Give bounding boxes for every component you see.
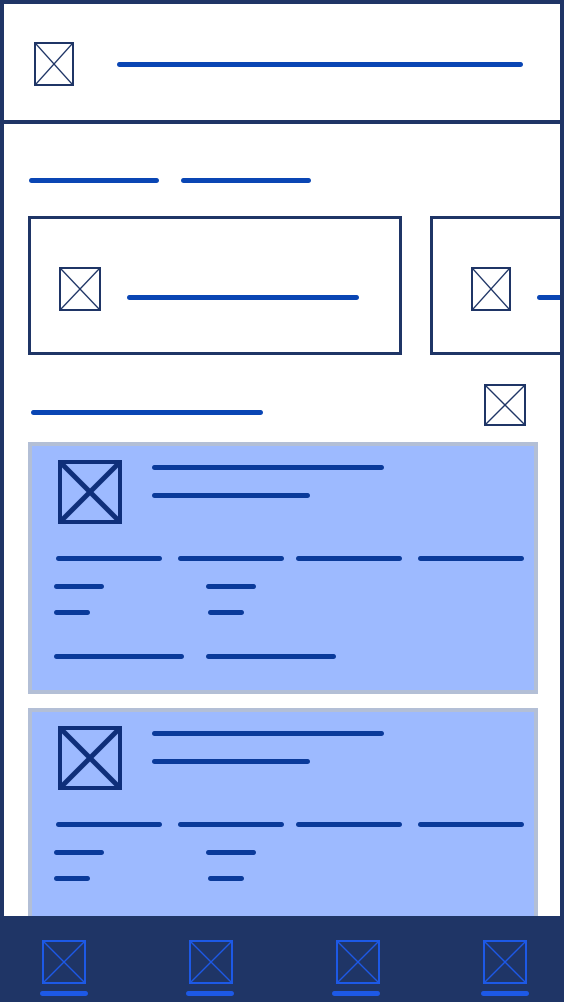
bottom-navigation xyxy=(0,916,564,1002)
app-frame xyxy=(0,0,564,1002)
header-title xyxy=(117,62,523,67)
list-item-title xyxy=(152,465,384,470)
nav-item-1-icon[interactable] xyxy=(42,940,86,984)
section-title xyxy=(31,410,263,415)
header-image-placeholder-icon[interactable] xyxy=(34,42,74,86)
list-item-detail xyxy=(206,584,256,589)
list-item[interactable] xyxy=(28,442,538,694)
list-item-footer xyxy=(54,654,184,659)
list-item-stat xyxy=(56,822,162,827)
list-item-subtitle xyxy=(152,493,310,498)
list-item-detail xyxy=(54,850,104,855)
nav-item-2-icon[interactable] xyxy=(189,940,233,984)
featured-image-placeholder-icon xyxy=(471,267,511,311)
app-header xyxy=(4,4,560,124)
featured-card[interactable] xyxy=(430,216,560,355)
tab-first[interactable] xyxy=(29,178,159,183)
nav-item-1-label[interactable] xyxy=(40,991,88,996)
list-item-stat xyxy=(178,556,284,561)
featured-card-label xyxy=(127,295,359,300)
list-item-detail xyxy=(54,584,104,589)
list-item-footer xyxy=(206,654,336,659)
tab-second[interactable] xyxy=(181,178,311,183)
list-item-detail xyxy=(208,876,244,881)
list-item-detail xyxy=(54,610,90,615)
list-item-subtitle xyxy=(152,759,310,764)
list-item-stat xyxy=(296,822,402,827)
list-item-detail xyxy=(206,850,256,855)
nav-item-4-label[interactable] xyxy=(481,991,529,996)
list-item-stat xyxy=(418,556,524,561)
section-action-placeholder-icon[interactable] xyxy=(484,384,526,426)
featured-image-placeholder-icon xyxy=(59,267,101,311)
list-item-detail xyxy=(208,610,244,615)
nav-item-3-label[interactable] xyxy=(332,991,380,996)
thumbnail-placeholder-icon xyxy=(58,460,122,524)
thumbnail-placeholder-icon xyxy=(58,726,122,790)
list-item-detail xyxy=(54,876,90,881)
list-item-stat xyxy=(296,556,402,561)
list-item-stat xyxy=(418,822,524,827)
list-item-stat xyxy=(178,822,284,827)
featured-card[interactable] xyxy=(28,216,402,355)
featured-card-label xyxy=(537,295,560,300)
list-item-stat xyxy=(56,556,162,561)
nav-item-4-icon[interactable] xyxy=(483,940,527,984)
list-item-title xyxy=(152,731,384,736)
nav-item-2-label[interactable] xyxy=(186,991,234,996)
nav-item-3-icon[interactable] xyxy=(336,940,380,984)
